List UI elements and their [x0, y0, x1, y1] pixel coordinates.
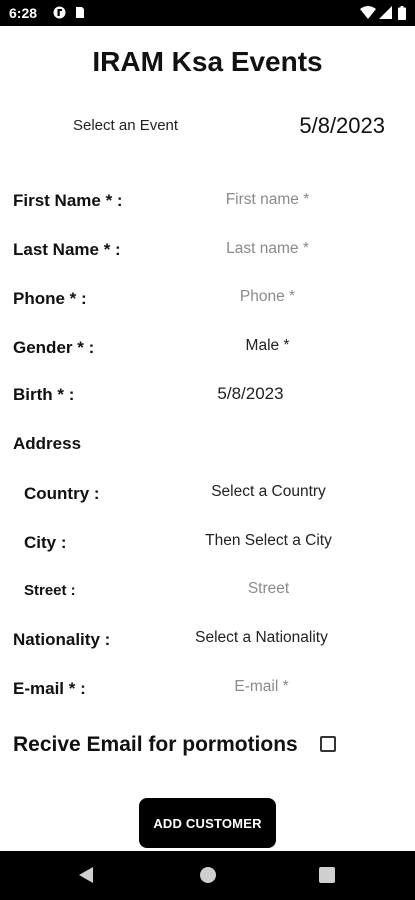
phone-input[interactable]: Phone *	[165, 288, 370, 306]
page-title: IRAM Ksa Events	[92, 46, 323, 77]
nav-back-icon[interactable]	[79, 867, 93, 883]
street-label: Street :	[24, 582, 76, 599]
city-select[interactable]: Then Select a City	[166, 532, 371, 550]
nav-recents-icon[interactable]	[319, 867, 335, 883]
last-name-label: Last Name * :	[13, 240, 121, 259]
phone-label: Phone * :	[13, 289, 87, 308]
wifi-icon	[360, 6, 376, 19]
city-label: City :	[24, 533, 67, 552]
email-input[interactable]: E-mail *	[159, 678, 364, 696]
event-select-dropdown[interactable]: Select an Event	[73, 117, 178, 134]
nav-home-icon[interactable]	[200, 867, 216, 883]
gender-select[interactable]: Male *	[165, 337, 370, 355]
nationality-select[interactable]: Select a Nationality	[159, 629, 364, 647]
promotions-checkbox[interactable]	[320, 736, 336, 752]
notification-circle-icon	[53, 6, 66, 19]
battery-icon	[398, 6, 406, 20]
last-name-input[interactable]: Last name *	[165, 240, 370, 258]
first-name-input[interactable]: First name *	[165, 191, 370, 209]
birth-date-picker[interactable]: 5/8/2023	[148, 384, 353, 404]
address-heading: Address	[13, 434, 82, 453]
country-label: Country :	[24, 484, 100, 503]
first-name-label: First Name * :	[13, 191, 123, 210]
status-bar: 6:28	[0, 0, 415, 26]
country-select[interactable]: Select a Country	[166, 483, 371, 501]
email-label: E-mail * :	[13, 679, 86, 698]
gender-label: Gender * :	[13, 338, 95, 357]
event-date-picker[interactable]: 5/8/2023	[299, 113, 385, 139]
street-input[interactable]: Street	[166, 580, 371, 598]
promotions-label: Recive Email for pormotions	[13, 733, 298, 756]
signal-icon	[379, 6, 392, 19]
sim-card-icon	[76, 7, 84, 18]
nationality-label: Nationality :	[13, 630, 111, 649]
add-customer-button[interactable]: ADD CUSTOMER	[139, 798, 276, 848]
birth-label: Birth * :	[13, 385, 75, 404]
status-time: 6:28	[9, 5, 38, 21]
